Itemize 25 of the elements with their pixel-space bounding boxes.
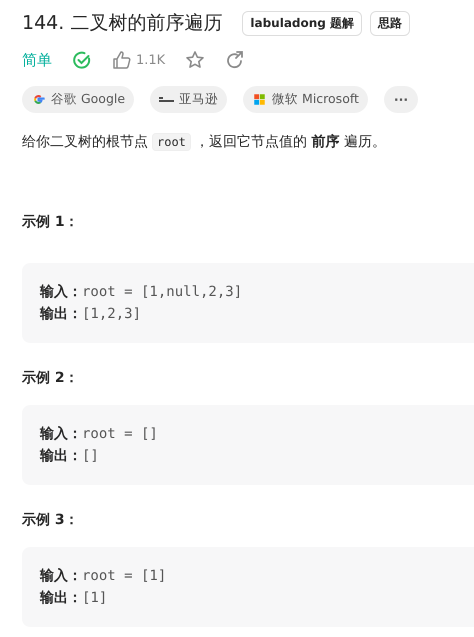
example-heading: 示例 2：: [22, 369, 80, 387]
dash-logo-icon: [159, 97, 174, 102]
share-icon[interactable]: [225, 50, 246, 70]
company-chip[interactable]: 亚马逊: [150, 86, 228, 113]
company-chip[interactable]: 谷歌 Google: [22, 86, 134, 113]
company-chip[interactable]: 微软 Microsoft: [243, 86, 368, 113]
example-line: 输入：root = [1]: [40, 567, 168, 586]
thumbs-up-icon: [112, 50, 132, 70]
tag-button[interactable]: labuladong 题解: [242, 10, 362, 36]
tag-button[interactable]: 思路: [370, 10, 410, 36]
example-line: 输出：[1]: [40, 589, 108, 608]
star-icon[interactable]: [185, 50, 206, 70]
problem-title: 144. 二叉树的前序遍历: [22, 11, 222, 36]
like-button[interactable]: 1.1K: [112, 50, 166, 70]
example-heading: 示例 1：: [22, 213, 80, 231]
example-line: 输出：[]: [40, 447, 100, 466]
example-heading: 示例 3：: [22, 511, 80, 529]
example-line: 输入：root = []: [40, 425, 159, 444]
problem-description: 给你二叉树的根节点 root ，返回它节点值的 前序 遍历。: [22, 132, 387, 153]
g-logo-icon: [31, 92, 46, 107]
example-line: 输入：root = [1,null,2,3]: [40, 283, 244, 302]
company-chip[interactable]: ···: [384, 86, 418, 113]
difficulty-label: 简单: [22, 50, 52, 70]
example-line: 输出：[1,2,3]: [40, 305, 142, 324]
four-squares-logo-icon: [252, 92, 268, 107]
